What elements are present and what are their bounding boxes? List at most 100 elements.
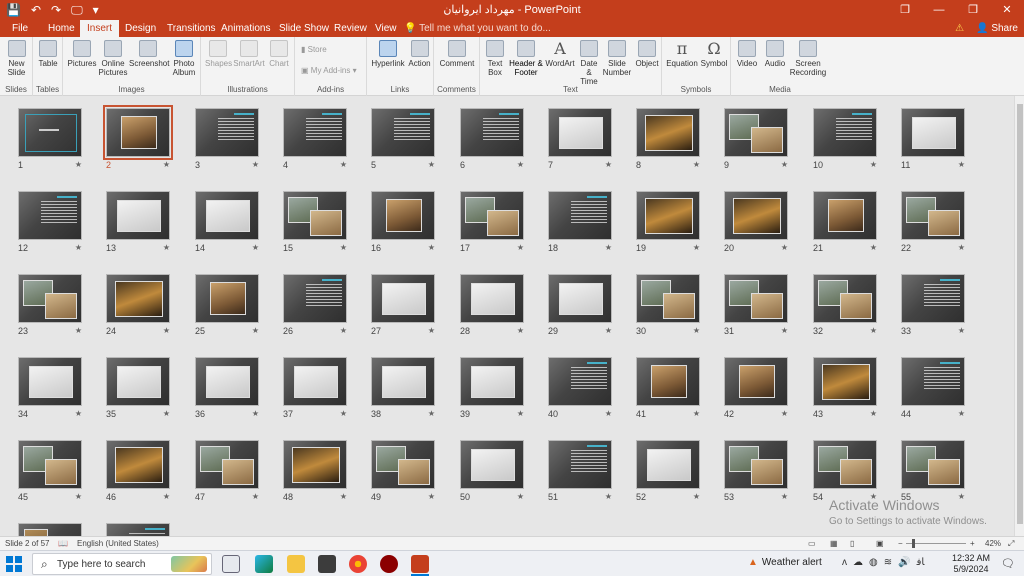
comment-button[interactable]: Comment xyxy=(437,40,477,68)
normal-view-icon[interactable]: ▭ xyxy=(808,539,816,548)
powerpoint-icon[interactable] xyxy=(411,555,429,573)
show-hidden-icons-icon[interactable]: ʌ xyxy=(842,557,847,568)
slide-preview[interactable] xyxy=(548,274,612,323)
slide-preview[interactable] xyxy=(195,440,259,489)
close-button[interactable]: ✕ xyxy=(990,0,1024,20)
tab-insert[interactable]: Insert xyxy=(80,20,120,37)
slide-thumbnail[interactable]: 33 ★ xyxy=(901,274,967,341)
slide-preview[interactable] xyxy=(548,108,612,157)
slide-thumbnail[interactable]: 16 ★ xyxy=(371,191,437,258)
slide-sorter-view-icon[interactable]: ▦ xyxy=(830,539,838,548)
slide-thumbnail[interactable]: 7 ★ xyxy=(548,108,614,175)
online-pictures-button[interactable]: Online Pictures xyxy=(98,40,128,77)
slide-thumbnail[interactable]: 21 ★ xyxy=(813,191,879,258)
slide-preview[interactable] xyxy=(460,357,524,406)
slide-preview[interactable] xyxy=(103,105,173,160)
slide-preview[interactable] xyxy=(460,108,524,157)
slide-preview[interactable] xyxy=(724,191,788,240)
slide-thumbnail[interactable]: 50 ★ xyxy=(460,440,526,507)
vertical-scrollbar[interactable] xyxy=(1014,96,1024,536)
slide-preview[interactable] xyxy=(636,440,700,489)
tab-home[interactable]: Home xyxy=(41,20,82,37)
taskbar-search[interactable]: ⌕ Type here to search xyxy=(32,553,212,575)
file-explorer-icon[interactable] xyxy=(287,555,305,573)
slide-thumbnail[interactable]: 35 ★ xyxy=(106,357,172,424)
tell-me-box[interactable]: 💡 Tell me what you want to do... xyxy=(404,20,551,37)
symbol-button[interactable]: Ω Symbol xyxy=(700,40,728,68)
slide-thumbnail[interactable]: 24 ★ xyxy=(106,274,172,341)
slide-thumbnail[interactable]: 4 ★ xyxy=(283,108,349,175)
slide-thumbnail[interactable]: 18 ★ xyxy=(548,191,614,258)
chrome-icon[interactable] xyxy=(349,555,367,573)
slide-preview[interactable] xyxy=(636,191,700,240)
slide-preview[interactable] xyxy=(813,357,877,406)
mail-icon[interactable] xyxy=(318,555,336,573)
equation-button[interactable]: π Equation xyxy=(665,40,699,68)
slide-preview[interactable] xyxy=(901,274,965,323)
slide-preview[interactable] xyxy=(283,274,347,323)
tab-file[interactable]: File xyxy=(5,20,35,37)
wifi-icon[interactable]: ≋ xyxy=(884,557,892,568)
slide-preview[interactable] xyxy=(283,191,347,240)
slide-preview[interactable] xyxy=(813,108,877,157)
text-box-button[interactable]: Text Box xyxy=(483,40,507,77)
slide-preview[interactable] xyxy=(636,274,700,323)
slide-preview[interactable] xyxy=(371,191,435,240)
slide-thumbnail[interactable]: 19 ★ xyxy=(636,191,702,258)
slide-preview[interactable] xyxy=(371,274,435,323)
zoom-slider-knob[interactable] xyxy=(912,539,915,548)
slide-thumbnail[interactable]: 46 ★ xyxy=(106,440,172,507)
slide-preview[interactable] xyxy=(195,357,259,406)
slide-thumbnail[interactable]: 43 ★ xyxy=(813,357,879,424)
volume-icon[interactable]: 🔊 xyxy=(898,557,910,568)
windows-start-icon[interactable] xyxy=(6,556,22,572)
slide-thumbnail[interactable]: 44 ★ xyxy=(901,357,967,424)
slide-preview[interactable] xyxy=(18,274,82,323)
slide-thumbnail[interactable]: 5 ★ xyxy=(371,108,437,175)
tab-view[interactable]: View xyxy=(368,20,404,37)
slide-preview[interactable] xyxy=(724,274,788,323)
slide-preview[interactable] xyxy=(106,191,170,240)
slide-preview[interactable] xyxy=(813,440,877,489)
slide-preview[interactable] xyxy=(283,108,347,157)
slide-thumbnail[interactable]: 45 ★ xyxy=(18,440,84,507)
slide-thumbnail[interactable]: 53 ★ xyxy=(724,440,790,507)
action-button[interactable]: Action xyxy=(407,40,432,68)
maximize-button[interactable]: ❐ xyxy=(956,0,990,20)
slide-thumbnail[interactable]: 13 ★ xyxy=(106,191,172,258)
slide-thumbnail[interactable]: 17 ★ xyxy=(460,191,526,258)
slide-preview[interactable] xyxy=(724,357,788,406)
slide-thumbnail[interactable]: 9 ★ xyxy=(724,108,790,175)
zoom-slider[interactable] xyxy=(906,543,966,544)
slide-preview[interactable] xyxy=(18,523,82,536)
slide-preview[interactable] xyxy=(901,440,965,489)
slide-thumbnail[interactable]: 34 ★ xyxy=(18,357,84,424)
screen-recording-button[interactable]: Screen Recording xyxy=(789,40,827,77)
slide-thumbnail[interactable]: 42 ★ xyxy=(724,357,790,424)
slide-preview[interactable] xyxy=(18,357,82,406)
slide-preview[interactable] xyxy=(106,274,170,323)
slide-thumbnail[interactable]: 49 ★ xyxy=(371,440,437,507)
slide-thumbnail[interactable]: 40 ★ xyxy=(548,357,614,424)
header-footer-button[interactable]: Header & Footer xyxy=(509,40,543,77)
tab-animations[interactable]: Animations xyxy=(214,20,277,37)
hyperlink-button[interactable]: Hyperlink xyxy=(370,40,406,68)
slide-thumbnail[interactable]: 10 ★ xyxy=(813,108,879,175)
slide-thumbnail[interactable]: 8 ★ xyxy=(636,108,702,175)
new-slide-button[interactable]: New Slide xyxy=(2,40,31,77)
slide-preview[interactable] xyxy=(460,191,524,240)
scrollbar-thumb[interactable] xyxy=(1017,104,1023,524)
zoom-level[interactable]: 42% xyxy=(985,539,1001,548)
minimize-button[interactable]: — xyxy=(922,0,956,20)
slide-thumbnail[interactable]: 36 ★ xyxy=(195,357,261,424)
zoom-out-icon[interactable]: − xyxy=(898,539,903,548)
slide-thumbnail[interactable]: 31 ★ xyxy=(724,274,790,341)
slide-thumbnail[interactable]: 26 ★ xyxy=(283,274,349,341)
slide-preview[interactable] xyxy=(901,191,965,240)
task-view-icon[interactable] xyxy=(222,555,240,573)
slide-preview[interactable] xyxy=(460,440,524,489)
cloud-icon[interactable]: ☁ xyxy=(853,557,863,568)
slide-preview[interactable] xyxy=(106,523,170,536)
slide-thumbnail[interactable]: 22 ★ xyxy=(901,191,967,258)
slide-thumbnail[interactable]: 30 ★ xyxy=(636,274,702,341)
